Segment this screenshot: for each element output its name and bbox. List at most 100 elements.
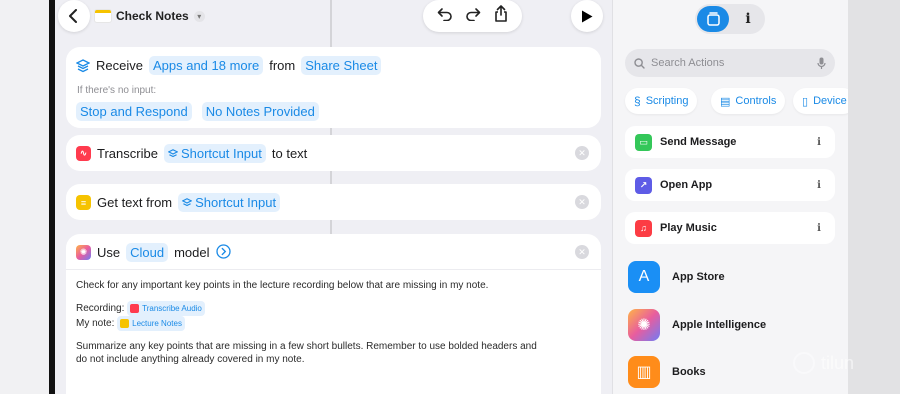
info-icon[interactable]: i	[813, 180, 825, 191]
prompt-line: Summarize any key points that are missin…	[76, 341, 537, 352]
source-token[interactable]: Share Sheet	[301, 56, 382, 75]
transcribe-suffix: to text	[271, 146, 308, 161]
app-store-icon: A	[628, 261, 660, 293]
play-icon	[582, 10, 593, 22]
transcribe-action-card[interactable]: ∿ Transcribe Shortcut Input to text ✕	[66, 135, 601, 171]
shortcut-editor: Check Notes ▾ Receive Apps and 18 more f…	[55, 0, 612, 394]
microphone-icon[interactable]	[817, 57, 826, 70]
note-variable-text: Lecture Notes	[132, 319, 182, 328]
category-label: Scripting	[645, 95, 689, 107]
app-label: Apple Intelligence	[672, 319, 767, 331]
get-text-action-card[interactable]: ≡ Get text from Shortcut Input ✕	[66, 184, 601, 220]
shortcuts-layers-icon	[182, 197, 193, 206]
receive-row: Receive Apps and 18 more from Share Shee…	[76, 56, 382, 75]
search-actions-field[interactable]: Search Actions	[625, 49, 835, 77]
action-send-message[interactable]: ▭ Send Message i	[625, 126, 835, 158]
share-icon	[495, 5, 507, 22]
info-icon: i	[745, 11, 751, 27]
undo-icon	[437, 7, 452, 21]
watermark: tilun	[793, 352, 854, 374]
remove-action-button[interactable]: ✕	[575, 195, 589, 209]
shortcuts-screen: Check Notes ▾ Receive Apps and 18 more f…	[55, 0, 848, 394]
divider	[66, 269, 601, 270]
messages-icon: ▭	[635, 133, 652, 151]
no-input-notes-token[interactable]: No Notes Provided	[201, 102, 319, 121]
actions-sidebar: i Search Actions § Scripting ▤ Controls …	[612, 0, 848, 394]
transcribe-input-token[interactable]: Shortcut Input	[163, 144, 266, 163]
app-app-store[interactable]: A App Store	[628, 261, 725, 293]
waveform-icon	[130, 304, 140, 313]
chevron-left-icon	[69, 9, 77, 23]
action-label: Send Message	[660, 136, 737, 148]
waveform-icon: ∿	[76, 146, 91, 161]
app-label: Books	[672, 366, 706, 378]
device-frame-left	[0, 0, 55, 394]
apple-intelligence-icon: ✺	[628, 309, 660, 341]
input-types-token[interactable]: Apps and 18 more	[148, 56, 264, 75]
recording-variable-token[interactable]: Transcribe Audio	[127, 301, 205, 316]
info-icon[interactable]: i	[813, 137, 825, 148]
back-button[interactable]	[58, 0, 90, 32]
controls-icon: ▤	[720, 95, 731, 108]
share-button[interactable]	[494, 5, 508, 27]
recording-line: Recording: Transcribe Audio	[76, 301, 596, 316]
use-label: Use	[97, 245, 121, 260]
chevron-down-icon: ▾	[193, 10, 205, 22]
remove-action-button[interactable]: ✕	[575, 245, 589, 259]
notes-icon: ≡	[76, 195, 91, 210]
action-open-app[interactable]: ↗ Open App i	[625, 169, 835, 201]
search-placeholder: Search Actions	[651, 57, 725, 69]
get-text-input-token[interactable]: Shortcut Input	[178, 193, 281, 212]
app-books[interactable]: ▥ Books	[628, 356, 706, 388]
tab-library[interactable]	[697, 6, 729, 32]
close-icon: ✕	[578, 196, 586, 207]
remove-action-button[interactable]: ✕	[575, 146, 589, 160]
undo-button[interactable]	[437, 7, 453, 26]
prompt-text-field[interactable]: Check for any important key points in th…	[76, 279, 596, 366]
redo-button[interactable]	[465, 7, 481, 26]
watermark-text: tilun	[821, 352, 855, 373]
app-label: App Store	[672, 271, 725, 283]
sidebar-tab-switcher: i	[695, 4, 765, 34]
category-label: Device	[813, 95, 847, 107]
close-icon: ✕	[578, 246, 586, 257]
library-icon	[706, 12, 720, 26]
category-controls[interactable]: ▤ Controls	[711, 88, 786, 114]
action-play-music[interactable]: ♫ Play Music i	[625, 212, 835, 244]
action-label: Open App	[660, 179, 713, 191]
recording-label: Recording:	[76, 303, 125, 315]
model-suffix: model	[174, 245, 210, 260]
model-row: ✺ Use Cloud model	[76, 243, 231, 262]
transcribe-input-text: Shortcut Input	[180, 146, 262, 161]
recording-variable-text: Transcribe Audio	[142, 304, 202, 313]
chevron-right-circle-icon[interactable]	[215, 243, 231, 262]
close-icon: ✕	[578, 147, 586, 158]
notes-icon	[95, 10, 111, 22]
model-action-card[interactable]: ✺ Use Cloud model ✕ Check for any import…	[66, 234, 601, 394]
receive-label: Receive	[96, 58, 143, 73]
music-icon: ♫	[635, 219, 652, 237]
watermark-logo-icon	[793, 352, 815, 374]
scripting-icon: §	[634, 94, 641, 108]
transcribe-label: Transcribe	[97, 146, 158, 161]
tab-info[interactable]: i	[735, 6, 761, 32]
run-button[interactable]	[571, 0, 603, 32]
info-icon[interactable]: i	[813, 223, 825, 234]
books-icon: ▥	[628, 356, 660, 388]
model-token[interactable]: Cloud	[126, 243, 169, 262]
no-input-action-token[interactable]: Stop and Respond	[76, 102, 192, 121]
app-apple-intelligence[interactable]: ✺ Apple Intelligence	[628, 309, 766, 341]
no-input-row: Stop and Respond No Notes Provided	[76, 102, 319, 121]
category-label: Controls	[735, 95, 777, 107]
get-text-row: ≡ Get text from Shortcut Input	[76, 193, 281, 212]
device-frame-right	[848, 0, 900, 394]
shortcut-title-menu[interactable]: Check Notes ▾	[95, 5, 205, 27]
redo-icon	[466, 7, 481, 21]
receive-action-card[interactable]: Receive Apps and 18 more from Share Shee…	[66, 47, 601, 128]
category-device[interactable]: ▯ Device	[793, 88, 848, 114]
note-variable-token[interactable]: Lecture Notes	[117, 316, 185, 331]
history-and-share-group	[423, 0, 522, 32]
page-title: Check Notes	[116, 9, 189, 23]
note-label: My note:	[76, 318, 115, 330]
category-scripting[interactable]: § Scripting	[625, 88, 698, 114]
